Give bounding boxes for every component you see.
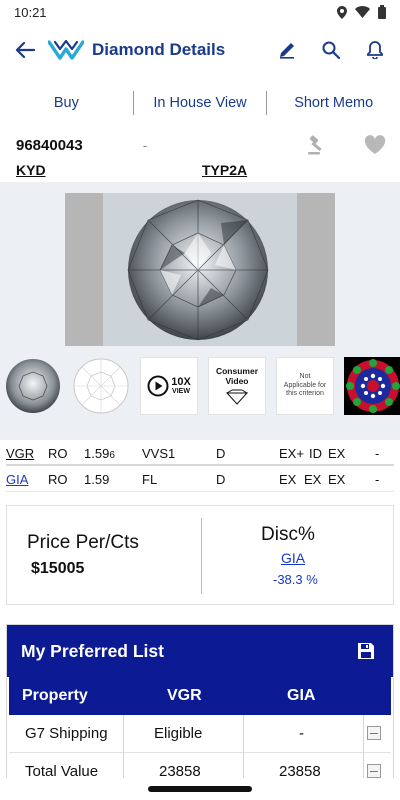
symmetry-cell: EX [328, 472, 346, 487]
price-card: Price Per/Cts $15005 Disc% GIA -38.3 % [6, 505, 394, 605]
discount-label: Disc% [261, 524, 315, 545]
search-icon[interactable] [320, 39, 342, 61]
shape-cell: RO [48, 446, 68, 461]
thumb-diamond-outline[interactable] [72, 357, 130, 415]
tab-in-house-view[interactable]: In House View [134, 95, 267, 111]
price-label: Price Per/Cts [27, 532, 139, 553]
diamond-outline-icon [73, 358, 129, 414]
grading-table: VGR RO 1.596 VVS1 D EX+ ID EX - GIA RO 1… [6, 440, 394, 494]
diamond-thumbnail-icon [6, 359, 60, 413]
symmetry-cell: EX [328, 446, 346, 461]
tab-buy[interactable]: Buy [0, 95, 133, 111]
media-thumbnails: 10X VIEW Consumer Video Not Applicable f… [4, 357, 400, 417]
diamond-photo-icon [127, 199, 269, 341]
column-gia: GIA [287, 687, 316, 704]
tab-short-memo[interactable]: Short Memo [267, 95, 400, 111]
location-icon [337, 5, 347, 19]
grading-row-gia: GIA RO 1.59 FL D EX EX EX - [6, 466, 394, 492]
status-bar: 10:21 [0, 0, 400, 24]
action-tabs: Buy In House View Short Memo [0, 86, 400, 120]
app-bar: Diamond Details [0, 24, 400, 76]
discount-value: -38.3 % [273, 572, 318, 587]
stone-actions [306, 134, 386, 156]
clarity-cell: VVS1 [142, 446, 176, 461]
thumb-diamond-photo[interactable] [4, 357, 62, 415]
status-icons [337, 5, 386, 19]
preferred-list-title: My Preferred List [21, 640, 164, 661]
shape-cell: RO [48, 472, 68, 487]
discount-lab-link[interactable]: GIA [281, 550, 305, 566]
property-cell: G7 Shipping [25, 725, 108, 742]
carat-value: 1.59 [84, 446, 110, 461]
diamond-play-icon [225, 389, 249, 405]
price-divider [201, 518, 202, 594]
cell-divider [243, 715, 244, 753]
fluor-cell: - [375, 446, 380, 461]
carat-cell: 1.59 [84, 472, 110, 487]
page-title: Diamond Details [92, 40, 226, 59]
table-row: G7 Shipping Eligible - [9, 715, 391, 753]
back-arrow-icon[interactable] [14, 39, 36, 61]
stock-number: 96840043 [16, 136, 83, 154]
remove-row-button[interactable] [367, 726, 381, 740]
play-icon [147, 375, 169, 397]
gia-cell: - [299, 725, 304, 742]
color-cell: D [216, 472, 226, 487]
preferred-list-table: Property VGR GIA G7 Shipping Eligible - … [7, 677, 393, 791]
edit-pencil-icon[interactable] [276, 39, 298, 61]
diamond-image-backdrop [103, 193, 297, 346]
lab-link[interactable]: GIA [6, 472, 28, 487]
wifi-icon [355, 6, 370, 18]
cut-cell: EX+ [279, 446, 304, 461]
carat-suffix: 6 [109, 450, 115, 461]
column-vgr: VGR [167, 687, 202, 704]
favorite-heart-icon[interactable] [364, 135, 386, 155]
ten-x-label: 10X [171, 376, 191, 388]
home-gesture-handle[interactable] [148, 786, 252, 792]
code-left[interactable]: KYD [16, 162, 46, 178]
lab-link[interactable]: VGR [6, 446, 34, 461]
bell-icon[interactable] [364, 39, 386, 61]
view-label: VIEW [172, 388, 190, 395]
cell-divider [363, 715, 364, 753]
thumb-hearts-arrows[interactable] [344, 357, 400, 415]
vgr-cell: Eligible [154, 725, 203, 742]
fluor-cell: - [375, 472, 380, 487]
polish-cell: ID [309, 446, 322, 461]
status-time: 10:21 [14, 4, 47, 20]
color-cell: D [216, 446, 226, 461]
auction-gavel-icon[interactable] [306, 134, 328, 156]
cut-cell: EX [279, 472, 297, 487]
thumb-consumer-video[interactable]: Consumer Video [208, 357, 266, 415]
column-property: Property [22, 687, 88, 704]
grading-row-vgr: VGR RO 1.596 VVS1 D EX+ ID EX - [6, 440, 394, 466]
preferred-table-header: Property VGR GIA [9, 677, 391, 715]
brand-logo-icon [48, 39, 84, 61]
app-actions [276, 39, 386, 61]
stone-code-row: KYD TYP2A [16, 162, 386, 182]
preferred-list-header: My Preferred List [7, 625, 393, 677]
cell-divider [123, 715, 124, 753]
battery-icon [378, 5, 386, 19]
clarity-cell: FL [142, 472, 158, 487]
code-right[interactable]: TYP2A [202, 162, 247, 178]
stone-dash: - [142, 137, 148, 153]
thumb-not-applicable[interactable]: Not Applicable for this criterion [276, 357, 334, 415]
main-diamond-image[interactable] [65, 193, 335, 346]
save-icon[interactable] [357, 642, 375, 660]
polish-cell: EX [304, 472, 322, 487]
carat-cell: 1.596 [84, 446, 115, 461]
hearts-arrows-icon [344, 357, 400, 415]
consumer-video-label: Consumer Video [215, 366, 259, 386]
diamond-details-screen: 10:21 Diamond Details Buy In House View … [0, 0, 400, 800]
not-applicable-label: Not Applicable for this criterion [283, 372, 327, 398]
preferred-list-card: My Preferred List Property VGR GIA G7 Sh… [6, 624, 394, 800]
stone-id-row: 96840043 - [16, 134, 386, 156]
thumb-10x-view[interactable]: 10X VIEW [140, 357, 198, 415]
remove-row-button[interactable] [367, 764, 381, 778]
price-value: $15005 [31, 560, 85, 577]
